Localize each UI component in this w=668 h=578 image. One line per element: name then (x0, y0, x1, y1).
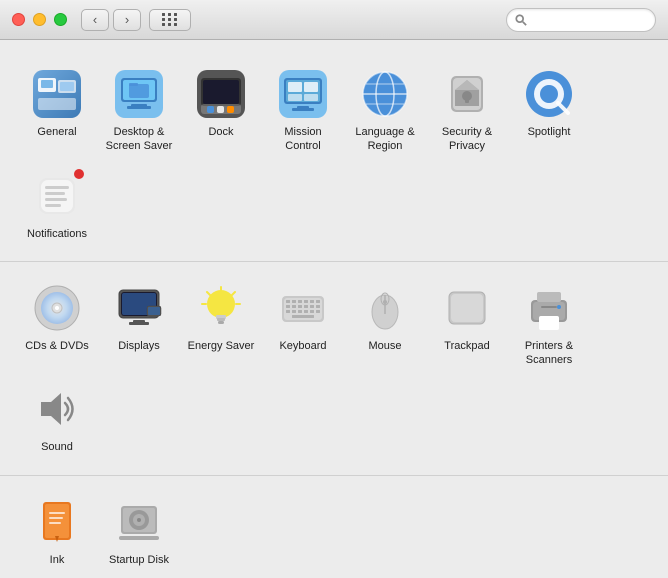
ink-icon (31, 496, 83, 548)
displays-label: Displays (118, 339, 160, 353)
trackpad-label: Trackpad (444, 339, 489, 353)
pref-item-cds-dvds[interactable]: CDs & DVDs (16, 274, 98, 376)
general-icon (31, 68, 83, 120)
pref-item-startup-disk[interactable]: Startup Disk (98, 488, 180, 575)
displays-icon (113, 282, 165, 334)
dock-label: Dock (208, 125, 233, 139)
pref-item-general[interactable]: General (16, 60, 98, 162)
pref-item-printers-scanners[interactable]: Printers & Scanners (508, 274, 590, 376)
forward-button[interactable]: › (113, 9, 141, 31)
energy-saver-label: Energy Saver (188, 339, 255, 353)
keyboard-icon (277, 282, 329, 334)
section-hardware2: Ink Startup Disk (0, 476, 668, 578)
notifications-icon (31, 170, 83, 222)
mouse-label: Mouse (368, 339, 401, 353)
desktop-screensaver-label: Desktop & Screen Saver (104, 125, 174, 154)
security-privacy-label: Security & Privacy (432, 125, 502, 154)
pref-item-spotlight[interactable]: Spotlight (508, 60, 590, 162)
energy-icon (195, 282, 247, 334)
pref-item-language-region[interactable]: Language & Region (344, 60, 426, 162)
back-button[interactable]: ‹ (81, 9, 109, 31)
startup-icon (113, 496, 165, 548)
search-icon (515, 14, 527, 26)
trackpad-icon (441, 282, 493, 334)
pref-item-keyboard[interactable]: Keyboard (262, 274, 344, 376)
section-personal: General Desktop & Screen Saver Dock (0, 48, 668, 262)
mission-icon (277, 68, 329, 120)
notifications-label: Notifications (27, 227, 87, 241)
ink-label: Ink (50, 553, 65, 567)
general-label: General (37, 125, 76, 139)
search-input[interactable] (531, 13, 647, 27)
pref-item-ink[interactable]: Ink (16, 488, 98, 575)
search-box[interactable] (506, 8, 656, 32)
notification-badge (73, 168, 85, 180)
pref-item-mouse[interactable]: Mouse (344, 274, 426, 376)
section-grid-hardware: CDs & DVDs Displays (16, 274, 652, 463)
pref-item-mission-control[interactable]: Mission Control (262, 60, 344, 162)
mouse-icon (359, 282, 411, 334)
desktop-icon (113, 68, 165, 120)
sound-icon (31, 383, 83, 435)
close-button[interactable] (12, 13, 25, 26)
main-content: General Desktop & Screen Saver Dock (0, 40, 668, 578)
spotlight-icon (523, 68, 575, 120)
grid-view-button[interactable] (149, 9, 191, 31)
security-icon (441, 68, 493, 120)
startup-disk-label: Startup Disk (109, 553, 169, 567)
pref-item-displays[interactable]: Displays (98, 274, 180, 376)
pref-item-notifications[interactable]: Notifications (16, 162, 98, 249)
pref-item-desktop-screensaver[interactable]: Desktop & Screen Saver (98, 60, 180, 162)
cds-dvds-label: CDs & DVDs (25, 339, 89, 353)
nav-buttons: ‹ › (81, 9, 141, 31)
sound-label: Sound (41, 440, 73, 454)
cds-icon (31, 282, 83, 334)
language-icon (359, 68, 411, 120)
printers-scanners-label: Printers & Scanners (514, 339, 584, 368)
language-region-label: Language & Region (350, 125, 420, 154)
pref-item-security-privacy[interactable]: Security & Privacy (426, 60, 508, 162)
dock-icon (195, 68, 247, 120)
titlebar: ‹ › (0, 0, 668, 40)
pref-item-trackpad[interactable]: Trackpad (426, 274, 508, 376)
printers-icon (523, 282, 575, 334)
keyboard-label: Keyboard (279, 339, 326, 353)
mission-control-label: Mission Control (268, 125, 338, 154)
pref-item-sound[interactable]: Sound (16, 375, 98, 462)
minimize-button[interactable] (33, 13, 46, 26)
traffic-lights (12, 13, 67, 26)
pref-item-energy-saver[interactable]: Energy Saver (180, 274, 262, 376)
maximize-button[interactable] (54, 13, 67, 26)
section-grid-hardware2: Ink Startup Disk (16, 488, 652, 575)
section-hardware: CDs & DVDs Displays (0, 262, 668, 476)
section-grid-personal: General Desktop & Screen Saver Dock (16, 60, 652, 249)
pref-item-dock[interactable]: Dock (180, 60, 262, 162)
spotlight-label: Spotlight (528, 125, 571, 139)
